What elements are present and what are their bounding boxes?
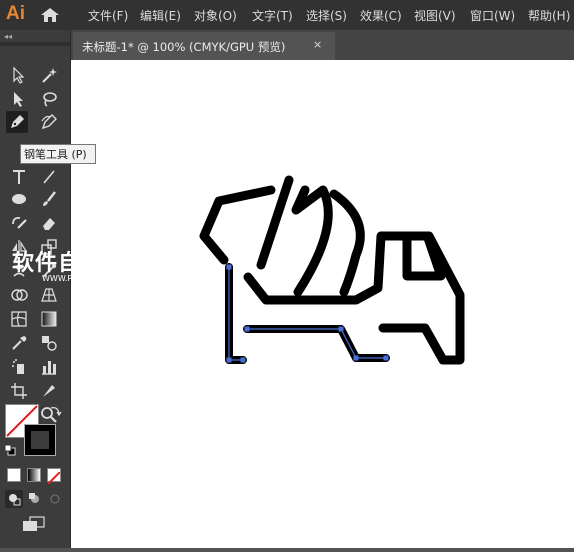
direct-selection-tool[interactable]	[8, 88, 30, 110]
draw-inside-button[interactable]	[46, 490, 64, 508]
perspective-grid-icon	[41, 288, 57, 302]
menu-file[interactable]: 文件(F)	[88, 7, 128, 24]
anchor-point[interactable]	[226, 357, 232, 363]
mesh-icon	[11, 311, 27, 327]
anchor-point[interactable]	[353, 355, 359, 361]
color-mode-button[interactable]	[7, 468, 21, 482]
direct-selection-icon	[14, 92, 23, 107]
ellipse-tool[interactable]	[8, 188, 30, 210]
shape-builder-tool[interactable]	[8, 284, 30, 306]
gradient-icon	[41, 311, 57, 327]
anchor-point[interactable]	[240, 357, 246, 363]
blend-icon	[42, 336, 57, 351]
line-icon	[43, 170, 55, 184]
shape-builder-icon	[11, 289, 28, 301]
document-tab-bar: 未标题-1* @ 100% (CMYK/GPU 预览) ×	[71, 30, 574, 60]
none-slash-small-icon	[47, 471, 61, 485]
draw-normal-icon	[9, 494, 21, 506]
eraser-icon	[43, 218, 55, 230]
artboard-canvas[interactable]	[71, 60, 574, 548]
eyedropper-tool[interactable]	[8, 332, 30, 354]
paintbrush-icon	[43, 191, 56, 206]
symbol-sprayer-icon	[12, 359, 24, 374]
artboard-icon	[11, 383, 27, 399]
curvature-icon	[41, 114, 57, 130]
draw-normal-button[interactable]	[5, 490, 23, 508]
panel-grip[interactable]	[0, 42, 70, 46]
blend-tool[interactable]	[38, 332, 60, 354]
draw-behind-button[interactable]	[26, 490, 44, 508]
home-icon[interactable]	[40, 7, 60, 23]
magic-wand-tool[interactable]	[38, 64, 60, 86]
watermark: 软件自学网 WWW.RJZXW.COM	[12, 245, 127, 283]
ellipse-icon	[12, 194, 26, 204]
anchor-point[interactable]	[383, 355, 389, 361]
menu-window[interactable]: 窗口(W)	[470, 7, 515, 24]
selected-path-bottom	[243, 325, 390, 362]
magic-wand-icon	[42, 68, 57, 83]
app-logo: Ai	[6, 3, 25, 24]
tools-panel: ◂◂	[0, 30, 71, 548]
perspective-grid-tool[interactable]	[38, 284, 60, 306]
lasso-tool[interactable]	[38, 88, 60, 110]
eyedropper-icon	[12, 336, 27, 350]
paintbrush-tool[interactable]	[38, 188, 60, 210]
shaper-tool[interactable]	[8, 212, 30, 234]
artboard-tool[interactable]	[8, 380, 30, 402]
selection-tool[interactable]	[8, 64, 30, 86]
none-mode-button[interactable]	[47, 468, 61, 485]
menu-select[interactable]: 选择(S)	[306, 7, 347, 24]
anchor-point[interactable]	[244, 326, 250, 332]
watermark-sub: WWW.RJZXW.COM	[42, 274, 115, 283]
eraser-tool[interactable]	[38, 212, 60, 234]
gradient-mode-button[interactable]	[27, 468, 41, 482]
document-tab-title: 未标题-1* @ 100% (CMYK/GPU 预览)	[82, 40, 286, 54]
shaper-icon	[12, 216, 27, 229]
pen-tool[interactable]	[6, 111, 28, 133]
column-graph-tool[interactable]	[38, 356, 60, 378]
draw-inside-icon	[50, 494, 60, 504]
selected-path-left	[225, 263, 247, 364]
cab-stroke-3	[329, 189, 365, 297]
curvature-tool[interactable]	[38, 111, 60, 133]
collapse-panel-button[interactable]: ◂◂	[4, 32, 12, 41]
menu-type[interactable]: 文字(T)	[252, 7, 293, 24]
draw-behind-icon	[29, 493, 39, 503]
selection-outline-bottom	[247, 328, 386, 359]
type-icon	[13, 170, 25, 184]
menu-effect[interactable]: 效果(C)	[360, 7, 402, 24]
type-tool[interactable]	[8, 166, 30, 188]
symbol-sprayer-tool[interactable]	[8, 356, 30, 378]
menu-view[interactable]: 视图(V)	[414, 7, 456, 24]
lasso-icon	[43, 92, 57, 107]
default-fill-stroke-icon[interactable]	[4, 444, 16, 456]
pen-icon	[11, 115, 24, 128]
artwork	[199, 175, 465, 365]
gradient-tool[interactable]	[38, 308, 60, 330]
slice-icon	[43, 385, 55, 397]
menu-edit[interactable]: 编辑(E)	[140, 7, 181, 24]
swap-fill-stroke-icon[interactable]	[48, 404, 62, 418]
anchor-point[interactable]	[226, 264, 232, 270]
screen-mode-icon[interactable]	[22, 516, 46, 532]
slice-tool[interactable]	[38, 380, 60, 402]
column-graph-icon	[42, 361, 56, 375]
cab-top-left-stroke	[199, 185, 276, 265]
menu-bar: Ai 文件(F) 编辑(E) 对象(O) 文字(T) 选择(S) 效果(C) 视…	[0, 0, 574, 30]
close-tab-button[interactable]: ×	[313, 38, 322, 51]
line-tool[interactable]	[38, 166, 60, 188]
selection-arrow-icon	[13, 66, 25, 84]
anchor-point[interactable]	[338, 326, 344, 332]
document-tab[interactable]: 未标题-1* @ 100% (CMYK/GPU 预览) ×	[73, 32, 335, 60]
watermark-main: 软件自学网	[12, 251, 128, 276]
cab-stroke-2	[291, 185, 333, 297]
menu-help[interactable]: 帮助(H)	[528, 7, 570, 24]
menu-object[interactable]: 对象(O)	[194, 7, 237, 24]
tool-tooltip: 钢笔工具 (P)	[20, 144, 96, 164]
stroke-swatch[interactable]	[24, 424, 56, 456]
mesh-tool[interactable]	[8, 308, 30, 330]
